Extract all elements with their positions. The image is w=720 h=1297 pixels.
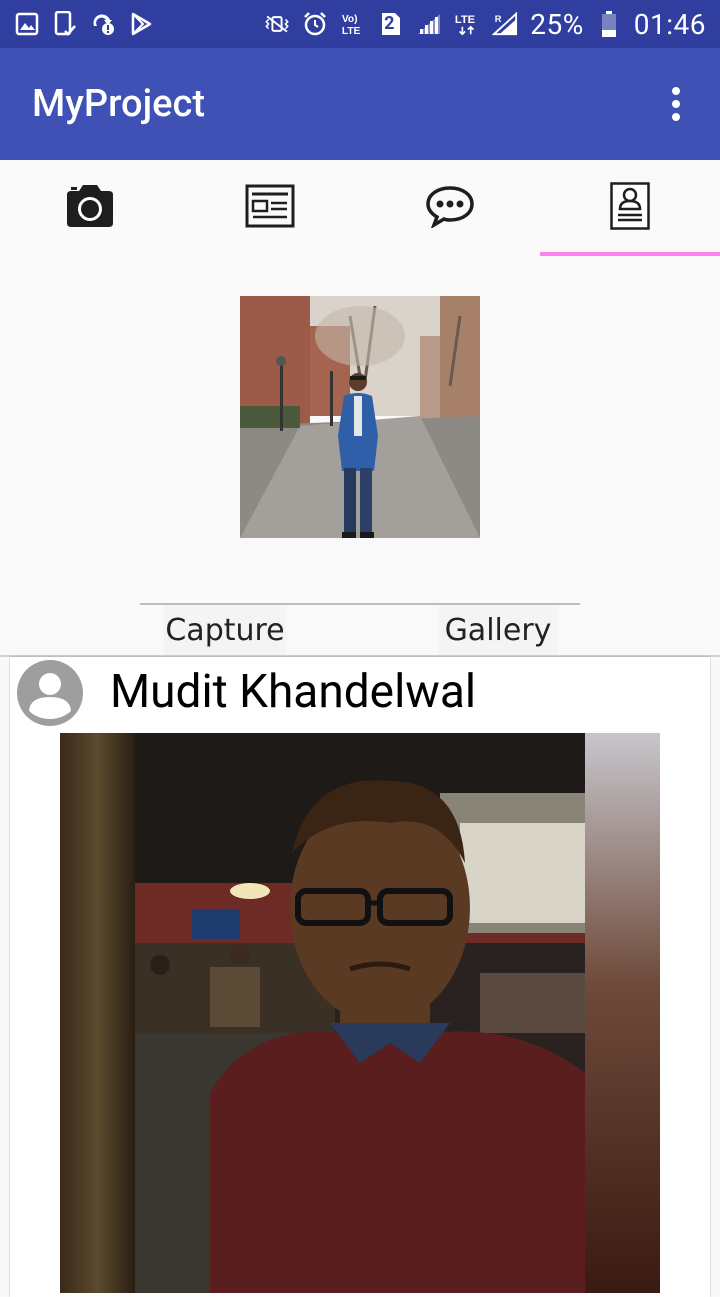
vibrate-mute-icon — [264, 11, 290, 37]
photo-action-row: Capture Gallery — [140, 603, 580, 657]
lte-data-icon: LTE — [454, 11, 480, 37]
sim-slot-icon: 2 — [378, 11, 404, 37]
gallery-notification-icon — [14, 11, 40, 37]
profile-photo[interactable] — [240, 296, 480, 538]
avatar-icon[interactable] — [16, 659, 84, 727]
post-author-name[interactable]: Mudit Khandelwal — [110, 665, 476, 719]
capture-button[interactable]: Capture — [164, 605, 286, 655]
system-icons: Vo) LTE 2 LTE R 25% 01:46 — [264, 8, 706, 41]
play-store-icon — [128, 11, 154, 37]
app-bar: MyProject — [0, 48, 720, 160]
tab-chat[interactable] — [360, 160, 540, 256]
news-feed-icon — [245, 184, 295, 232]
battery-percent: 25% — [530, 7, 584, 41]
battery-icon — [596, 11, 622, 37]
volte-icon: Vo) LTE — [340, 11, 366, 37]
signal-strength-icon — [416, 11, 442, 37]
sync-alert-icon — [90, 11, 116, 37]
tab-bar — [0, 160, 720, 256]
post-image[interactable] — [60, 733, 660, 1293]
svg-text:LTE: LTE — [342, 26, 361, 37]
alarm-icon — [302, 11, 328, 37]
tab-camera[interactable] — [0, 160, 180, 256]
tab-news-feed[interactable] — [180, 160, 360, 256]
more-vert-icon[interactable] — [664, 80, 688, 128]
svg-text:R: R — [495, 14, 502, 24]
sim-number: 2 — [384, 13, 395, 34]
app-title: MyProject — [32, 82, 205, 126]
camera-icon — [65, 183, 115, 233]
chat-bubble-icon — [425, 184, 475, 232]
gallery-button[interactable]: Gallery — [438, 605, 558, 655]
device-check-icon — [52, 11, 78, 37]
clock: 01:46 — [633, 7, 706, 41]
post-card[interactable]: Mudit Khandelwal — [10, 657, 710, 1297]
status-bar: Vo) LTE 2 LTE R 25% 01:46 — [0, 0, 720, 48]
svg-text:LTE: LTE — [455, 14, 475, 26]
svg-text:Vo): Vo) — [342, 14, 358, 25]
profile-id-icon — [610, 182, 650, 234]
roaming-signal-icon: R — [492, 11, 518, 37]
tab-profile[interactable] — [540, 160, 720, 256]
notification-icons — [14, 11, 154, 37]
